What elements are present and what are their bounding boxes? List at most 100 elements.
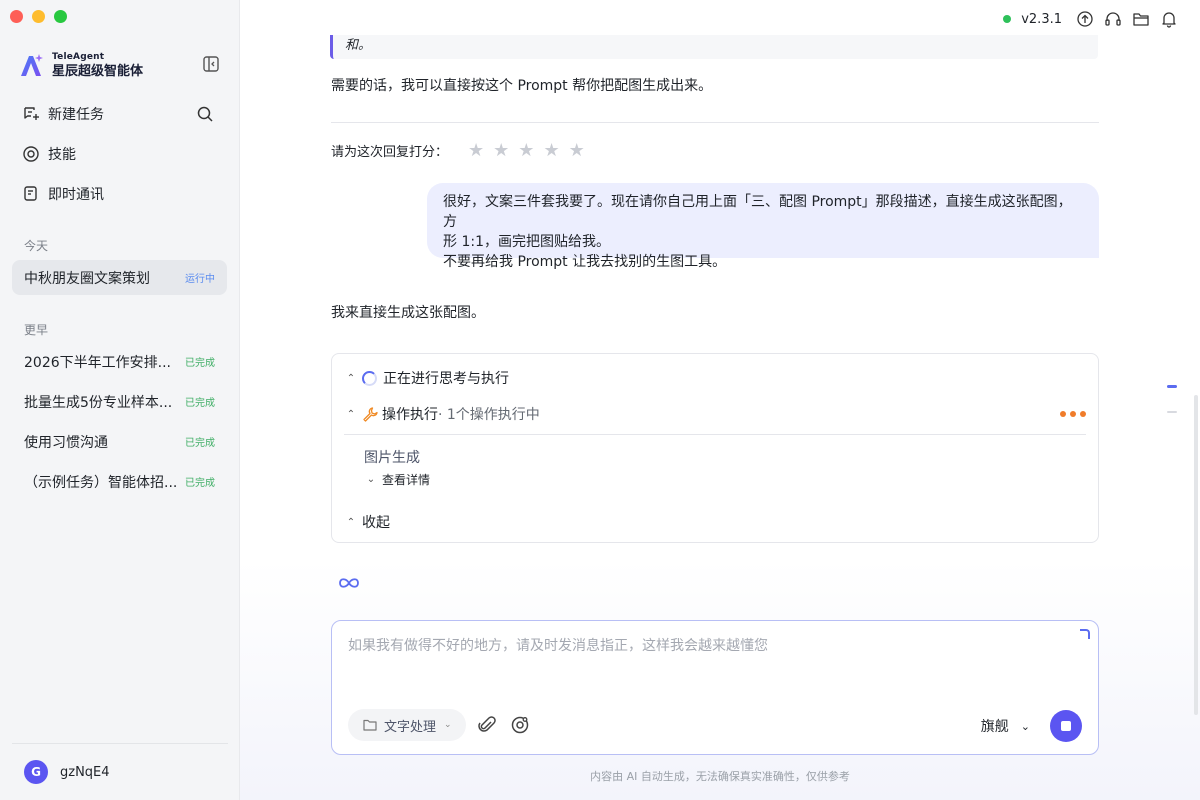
chevron-down-icon: ⌄ (1020, 719, 1030, 733)
avatar: G (24, 760, 48, 784)
quote-block: 和。 (330, 35, 1098, 59)
task-item[interactable]: 批量生成5份专业样本... 已完成 (12, 384, 227, 419)
task-title: 使用习惯沟通 (24, 434, 108, 451)
wrench-icon (363, 407, 378, 422)
scroll-anchor[interactable] (1167, 411, 1177, 413)
skills-icon (23, 146, 39, 162)
task-item[interactable]: 2026下半年工作安排... 已完成 (12, 344, 227, 379)
window-controls (10, 10, 67, 23)
brand-logo-icon (21, 54, 43, 76)
thinking-label: 正在进行思考与执行 (383, 371, 509, 387)
topbar: v2.3.1 (1003, 10, 1178, 28)
task-title: 中秋朋友圈文案策划 (24, 270, 150, 287)
tool-selector-label: 文字处理 (384, 719, 437, 735)
sidebar-item-messaging[interactable]: 即时通讯 (12, 180, 228, 208)
user-message-line: 形 1:1，画完把图贴给我。 (443, 234, 610, 250)
sidebar-item-skills[interactable]: 技能 (12, 140, 228, 168)
star-icon[interactable]: ★ (518, 141, 534, 160)
section-earlier: 更早 (24, 323, 49, 337)
online-status-dot (1003, 15, 1012, 23)
brand: TeleAgent 星辰超级智能体 (18, 52, 143, 78)
new-chat-icon (24, 107, 39, 120)
stop-button[interactable] (1050, 710, 1082, 742)
task-item-active[interactable]: 中秋朋友圈文案策划 运行中 (12, 260, 227, 295)
headset-icon[interactable] (1104, 10, 1122, 28)
star-icon[interactable]: ★ (468, 141, 484, 160)
divider (12, 743, 228, 744)
chevron-down-icon: ⌄ (444, 720, 452, 730)
bell-icon[interactable] (1160, 10, 1178, 28)
chevron-up-icon: ⌃ (346, 408, 356, 420)
minimize-window-button[interactable] (32, 10, 45, 23)
stop-icon (1061, 721, 1071, 731)
star-icon[interactable]: ★ (569, 141, 585, 160)
maximize-window-button[interactable] (54, 10, 67, 23)
image-gen-icon[interactable] (510, 715, 530, 735)
message-icon (24, 186, 37, 201)
disclaimer: 内容由 AI 自动生成，无法确保真实准确性，仅供参考 (590, 770, 850, 783)
attach-icon[interactable] (477, 715, 497, 735)
nav-label: 新建任务 (48, 107, 104, 123)
star-icon[interactable]: ★ (543, 141, 559, 160)
star-icon[interactable]: ★ (493, 141, 509, 160)
main-panel: v2.3.1 和。 需要的话，我可以直接按这个 Prompt 帮你把配图生成出来… (240, 0, 1200, 800)
search-icon[interactable] (196, 105, 214, 123)
model-selector[interactable]: 旗舰 ⌄ (981, 716, 1030, 736)
composer-placeholder: 如果我有做得不好的地方，请及时发消息指正，这样我会越来越懂您 (348, 638, 768, 654)
expand-icon[interactable] (1080, 629, 1090, 639)
status-badge: 运行中 (185, 274, 215, 285)
username: gzNqE4 (60, 764, 110, 780)
upload-icon[interactable] (1076, 10, 1094, 28)
sidebar-nav: 新建任务 技能 即时通讯 (12, 100, 228, 220)
close-window-button[interactable] (10, 10, 23, 23)
operation-subtitle: · 1个操作执行中 (438, 407, 540, 423)
infinity-loading-icon (339, 578, 359, 588)
collapse-toggle[interactable]: ⌃ 收起 (346, 512, 390, 532)
status-badge: 已完成 (185, 358, 215, 369)
task-title: 2026下半年工作安排... (24, 354, 171, 371)
assistant-reply: 我来直接生成这张配图。 (331, 305, 485, 321)
sidebar-collapse-icon[interactable] (202, 55, 220, 73)
spinner-icon (362, 370, 377, 386)
divider (331, 122, 1099, 123)
message-composer[interactable]: 如果我有做得不好的地方，请及时发消息指正，这样我会越来越懂您 文字处理 ⌄ 旗舰… (331, 620, 1099, 755)
new-task-button[interactable]: 新建任务 (12, 100, 228, 128)
model-label: 旗舰 (980, 719, 1009, 735)
view-detail-toggle[interactable]: ⌄ 查看详情 (366, 471, 430, 488)
chevron-up-icon: ⌃ (346, 372, 356, 384)
folder-icon (363, 719, 377, 731)
scroll-anchor-active[interactable] (1167, 385, 1177, 388)
nav-label: 技能 (48, 147, 76, 163)
user-message-line: 很好，文案三件套我要了。现在请你自己用上面「三、配图 Prompt」那段描述，直… (443, 194, 1072, 230)
sidebar: TeleAgent 星辰超级智能体 新建任务 技能 即时通讯 今天 中秋朋友圈文… (0, 0, 240, 800)
status-badge: 已完成 (185, 478, 215, 489)
view-detail-label: 查看详情 (382, 473, 431, 487)
section-today: 今天 (24, 239, 49, 253)
assistant-message: 需要的话，我可以直接按这个 Prompt 帮你把配图生成出来。 (331, 78, 713, 94)
scrollbar[interactable] (1194, 395, 1198, 715)
brand-name-en: TeleAgent (52, 51, 105, 62)
operation-title: 操作执行 (382, 407, 438, 423)
tool-selector[interactable]: 文字处理 ⌄ (348, 709, 466, 741)
tool-name: 图片生成 (364, 450, 420, 466)
operation-row[interactable]: ⌃ 操作执行 · 1个操作执行中 (346, 404, 540, 424)
busy-dots-icon (1060, 411, 1086, 417)
rating-stars: ★ ★ ★ ★ ★ (468, 141, 585, 160)
status-badge: 已完成 (185, 398, 215, 409)
nav-label: 即时通讯 (48, 187, 104, 203)
task-item[interactable]: 使用习惯沟通 已完成 (12, 424, 227, 459)
thinking-row[interactable]: ⌃ 正在进行思考与执行 (346, 368, 509, 388)
chevron-up-icon: ⌃ (346, 516, 356, 528)
rating-bar: 请为这次回复打分： ★ ★ ★ ★ ★ (331, 141, 585, 160)
user-message-line: 不要再给我 Prompt 让我去找别的生图工具。 (443, 254, 727, 270)
chevron-down-icon: ⌄ (366, 474, 376, 485)
task-title: （示例任务）智能体招... (24, 474, 177, 491)
user-profile[interactable]: G gzNqE4 (24, 760, 110, 784)
folder-icon[interactable] (1132, 10, 1150, 28)
divider (344, 434, 1086, 435)
task-item[interactable]: （示例任务）智能体招... 已完成 (12, 464, 227, 499)
version-label: v2.3.1 (1021, 11, 1062, 27)
rating-label: 请为这次回复打分： (331, 145, 449, 160)
user-message-bubble: 很好，文案三件套我要了。现在请你自己用上面「三、配图 Prompt」那段描述，直… (427, 183, 1099, 270)
execution-card: ⌃ 正在进行思考与执行 ⌃ 操作执行 · 1个操作执行中 图片生成 ⌄ 查看详情… (331, 353, 1099, 543)
